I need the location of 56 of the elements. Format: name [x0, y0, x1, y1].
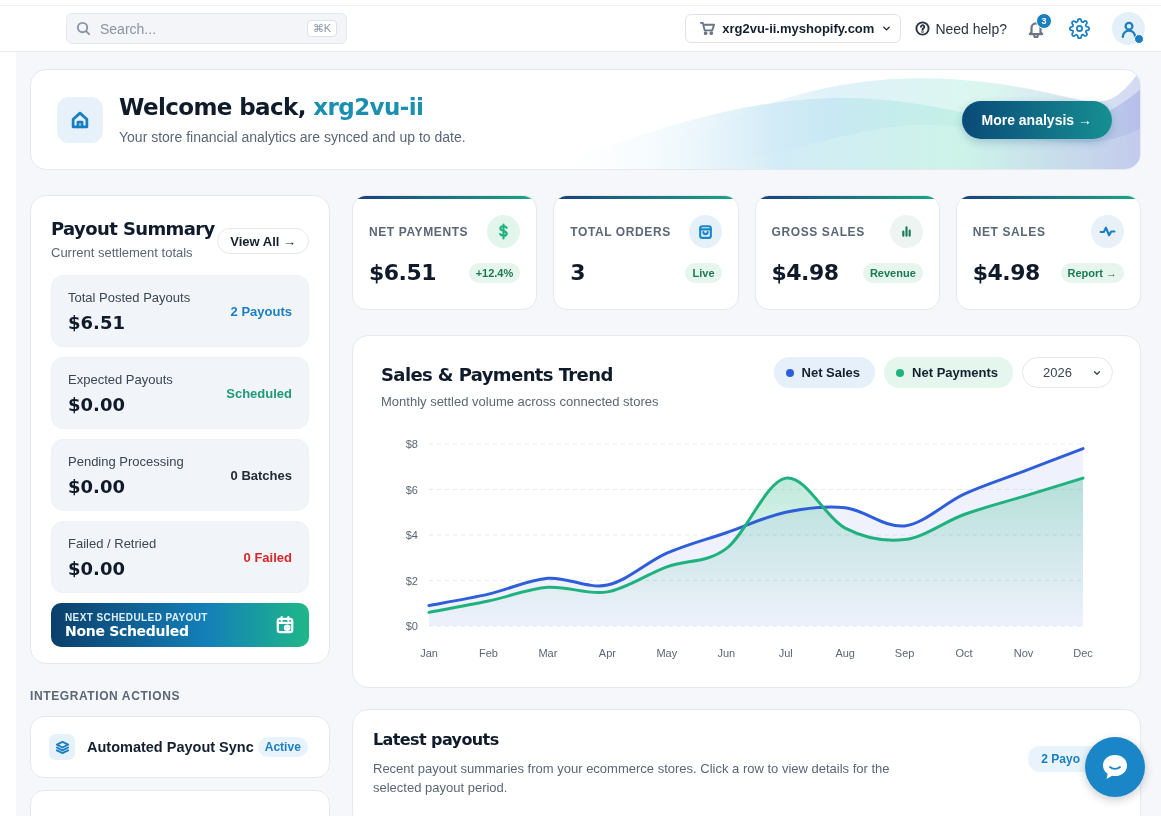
stat-label: Expected Payouts — [68, 371, 173, 387]
y-axis-label: $4 — [405, 529, 418, 541]
stat-label: Pending Processing — [68, 453, 184, 469]
stat-amount: $6.51 — [68, 311, 126, 333]
card-title: Payout Summary — [51, 218, 215, 239]
stat-value: $4.98 — [972, 260, 1040, 285]
stat-value: 3 — [570, 260, 586, 285]
x-axis-label: Oct — [955, 647, 973, 659]
x-axis-label: Jun — [717, 647, 736, 659]
stat-label: NET PAYMENTS — [369, 224, 469, 239]
shortcut-hint: ⌘K — [306, 20, 337, 37]
stat-badge: Revenue — [862, 262, 923, 283]
stat-label: Total Posted Payouts — [68, 289, 191, 305]
stat-label: NET SALES — [972, 224, 1046, 239]
x-axis-label: Mar — [538, 647, 558, 659]
welcome-subtitle: Your store financial analytics are synced and up to date. — [119, 129, 467, 145]
stat-status: Scheduled — [226, 385, 292, 401]
notification-badge: 3 — [1036, 12, 1052, 29]
chart-subtitle: Monthly settled volume across connected stores — [381, 394, 659, 409]
stat-badge: +12.4% — [468, 262, 521, 283]
x-axis-label: Dec — [1073, 647, 1093, 659]
card-description: Recent payout summaries from your ecommerce stores. Click a row to view details for the selected payout period. — [373, 760, 891, 797]
stat-status: 0 Batches — [230, 467, 292, 483]
x-axis-label: May — [656, 647, 678, 659]
x-axis-label: Feb — [478, 647, 498, 659]
welcome-heading: Welcome back, xrg2vu-ii — [119, 94, 425, 120]
status-badge: Active — [257, 737, 308, 757]
y-axis-label: $6 — [405, 483, 418, 496]
stat-status: 0 Failed — [243, 549, 292, 565]
stat-label: TOTAL ORDERS — [570, 224, 671, 239]
y-axis-label: $0 — [405, 620, 418, 632]
banner-value: None Scheduled — [65, 622, 190, 639]
banner-label: NEXT SCHEDULED PAYOUT — [65, 611, 208, 623]
stat-amount: $0.00 — [68, 557, 126, 579]
y-axis-label: $2 — [405, 574, 418, 587]
stat-value: $6.51 — [369, 260, 437, 285]
y-axis-label: $8 — [405, 438, 418, 450]
x-axis-label: Sep — [894, 647, 915, 659]
chart-title: Sales & Payments Trend — [381, 364, 614, 385]
stat-amount: $0.00 — [68, 393, 126, 415]
stat-badge: Report → — [1060, 262, 1124, 283]
section-heading: INTEGRATION ACTIONS — [30, 689, 182, 703]
stat-label: Failed / Retried — [68, 535, 157, 551]
stat-status: 2 Payouts — [230, 303, 292, 319]
integration-label: Automated Payout Sync — [87, 739, 254, 755]
x-axis-label: Apr — [598, 647, 616, 659]
stat-label: GROSS SALES — [771, 224, 865, 239]
x-axis-label: Jan — [420, 647, 438, 659]
card-title: Latest payouts — [373, 730, 500, 749]
x-axis-label: Aug — [835, 647, 855, 659]
x-axis-label: Jul — [778, 647, 793, 659]
x-axis-label: Nov — [1013, 647, 1034, 659]
stat-value: $4.98 — [771, 260, 839, 285]
card-subtitle: Current settlement totals — [51, 245, 194, 260]
stat-badge: Live — [685, 262, 722, 283]
stat-amount: $0.00 — [68, 475, 126, 497]
